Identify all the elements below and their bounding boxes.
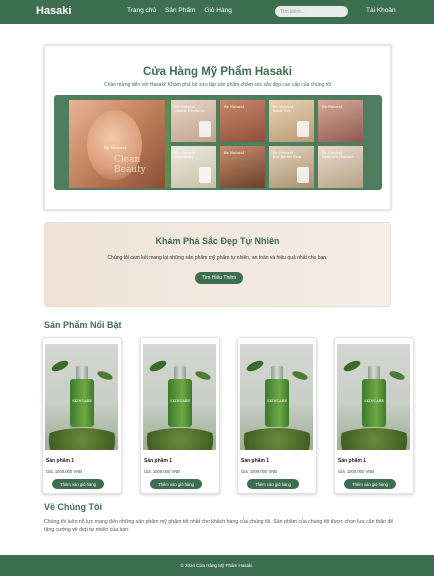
moss-decoration <box>45 428 118 450</box>
promo-title: Khám Phá Sắc Đẹp Tự Nhiên <box>155 236 280 246</box>
product-image: SKINCARE <box>337 344 410 450</box>
bottle-label: SKINCARE <box>170 399 190 403</box>
banner-tile-label: Be Natural <box>224 151 244 155</box>
moss-decoration <box>240 428 313 450</box>
product-name: Sản phẩm 1 <box>241 458 270 464</box>
search-input[interactable] <box>275 6 348 17</box>
promo-text: Chúng tôi cam kết mang lại những sản phẩ… <box>107 255 328 261</box>
add-to-cart-button[interactable]: Thêm vào giỏ hàng <box>344 479 396 489</box>
leaf-decoration <box>245 358 265 374</box>
banner-tile-label: Be Natural Hydrating <box>175 151 195 160</box>
leaf-decoration <box>50 358 70 374</box>
add-to-cart-button[interactable]: Thêm vào giỏ hàng <box>52 479 104 489</box>
banner-tile: Be Natural Hydrating <box>171 146 216 188</box>
product-price: Giá: 1000.000 VNĐ <box>241 469 278 474</box>
bottle <box>265 379 289 427</box>
jar-icon <box>297 167 309 183</box>
leaf-decoration <box>291 369 309 382</box>
jar-icon <box>199 167 211 183</box>
banner-tile: Be Natural Eat Better Skin <box>269 146 314 188</box>
nav-item-cart[interactable]: Giỏ Hàng <box>204 7 231 14</box>
bottle-cap <box>368 366 380 380</box>
nav-item-products[interactable]: Sản Phẩm <box>165 7 195 14</box>
product-card[interactable]: SKINCARE Sản phẩm 1 Giá: 1000.000 VNĐ Th… <box>237 337 317 494</box>
bottle-cap <box>76 366 88 380</box>
nav-item-home[interactable]: Trang chủ <box>127 7 156 14</box>
banner-tile-label: Be Natural Skincare Routine <box>322 151 354 160</box>
bottle-label: SKINCARE <box>72 399 92 403</box>
main-nav: Trang chủ Sản Phẩm Giỏ Hàng <box>127 7 232 14</box>
product-image: SKINCARE <box>45 344 118 450</box>
product-name: Sản phẩm 1 <box>46 458 75 464</box>
hero-section: Cửa Hàng Mỹ Phẩm Hasaki Chào mừng đến vớ… <box>44 45 391 210</box>
account-link[interactable]: Tài Khoản <box>366 7 396 14</box>
product-name: Sản phẩm 1 <box>338 458 367 464</box>
product-card[interactable]: SKINCARE Sản phẩm 1 Giá: 1000.000 VNĐ Th… <box>334 337 414 494</box>
featured-title: Sản Phẩm Nổi Bật <box>44 320 122 330</box>
bottle <box>168 379 192 427</box>
bottle <box>362 379 386 427</box>
banner-tile-label: Be Natural <box>224 105 244 109</box>
banner-tile: Be Natural <box>318 100 363 142</box>
bottle-label: SKINCARE <box>267 399 287 403</box>
bottle-cap <box>271 366 283 380</box>
banner-tile: Be Natural Basic Set <box>269 100 314 142</box>
header: Hasaki Trang chủ Sản Phẩm Giỏ Hàng Tài K… <box>0 0 434 24</box>
banner-tile-label: Be Natural <box>322 105 342 109</box>
leaf-decoration <box>342 358 362 374</box>
banner-feature-photo: Be Natural Clean Beauty <box>69 100 165 188</box>
banner-tile: Be Natural Gentle Products <box>171 100 216 142</box>
banner-tile: Be Natural <box>220 100 265 142</box>
product-price: Giá: 1000.000 VNĐ <box>46 469 83 474</box>
jar-icon <box>297 121 309 137</box>
product-name: Sản phẩm 1 <box>144 458 173 464</box>
bottle-cap <box>174 366 186 380</box>
jar-icon <box>199 121 211 137</box>
promo-section: Khám Phá Sắc Đẹp Tự Nhiên Chúng tôi cam … <box>44 222 391 307</box>
banner-leaf-strip <box>165 100 170 188</box>
learn-more-button[interactable]: Tìm Hiểu Thêm <box>195 272 243 284</box>
moss-decoration <box>143 428 216 450</box>
leaf-decoration <box>96 369 114 382</box>
hero-subtitle: Chào mừng đến với Hasaki! Khám phá bộ sư… <box>103 82 332 88</box>
product-image: SKINCARE <box>143 344 216 450</box>
leaf-decoration <box>148 358 168 374</box>
footer: © 2024 Cửa Hàng Mỹ Phẩm Hasaki. <box>0 555 434 576</box>
about-title: Về Chúng Tôi <box>44 502 102 512</box>
banner-feature-word: Clean Beauty <box>114 155 146 175</box>
product-image: SKINCARE <box>240 344 313 450</box>
product-price: Giá: 1000.000 VNĐ <box>144 469 181 474</box>
banner-tile: Be Natural Skincare Routine <box>318 146 363 188</box>
product-card[interactable]: SKINCARE Sản phẩm 1 Giá: 1000.000 VNĐ Th… <box>140 337 220 494</box>
banner-tile-label: Be Natural Basic Set <box>273 105 293 114</box>
banner-feature-brand: Be Natural <box>104 145 127 150</box>
leaf-decoration <box>388 369 406 382</box>
bottle <box>70 379 94 427</box>
footer-copyright: © 2024 Cửa Hàng Mỹ Phẩm Hasaki. <box>180 563 254 568</box>
about-text: Chúng tôi luôn nỗ lực mang đến những sản… <box>44 519 394 533</box>
leaf-decoration <box>194 369 212 382</box>
add-to-cart-button[interactable]: Thêm vào giỏ hàng <box>150 479 202 489</box>
product-card[interactable]: SKINCARE Sản phẩm 1 Giá: 1000.000 VNĐ Th… <box>42 337 122 494</box>
moss-decoration <box>337 428 410 450</box>
banner-tile: Be Natural <box>220 146 265 188</box>
add-to-cart-button[interactable]: Thêm vào giỏ hàng <box>247 479 299 489</box>
logo[interactable]: Hasaki <box>36 5 71 17</box>
hero-title: Cửa Hàng Mỹ Phẩm Hasaki <box>143 66 292 78</box>
product-price: Giá: 1000.000 VNĐ <box>338 469 375 474</box>
banner-tile-label: Be Natural Gentle Products <box>175 105 205 114</box>
banner-tile-label: Be Natural Eat Better Skin <box>273 151 302 160</box>
bottle-label: SKINCARE <box>364 399 384 403</box>
hero-banner-image: Be Natural Clean Beauty Be Natural Gentl… <box>54 95 382 190</box>
